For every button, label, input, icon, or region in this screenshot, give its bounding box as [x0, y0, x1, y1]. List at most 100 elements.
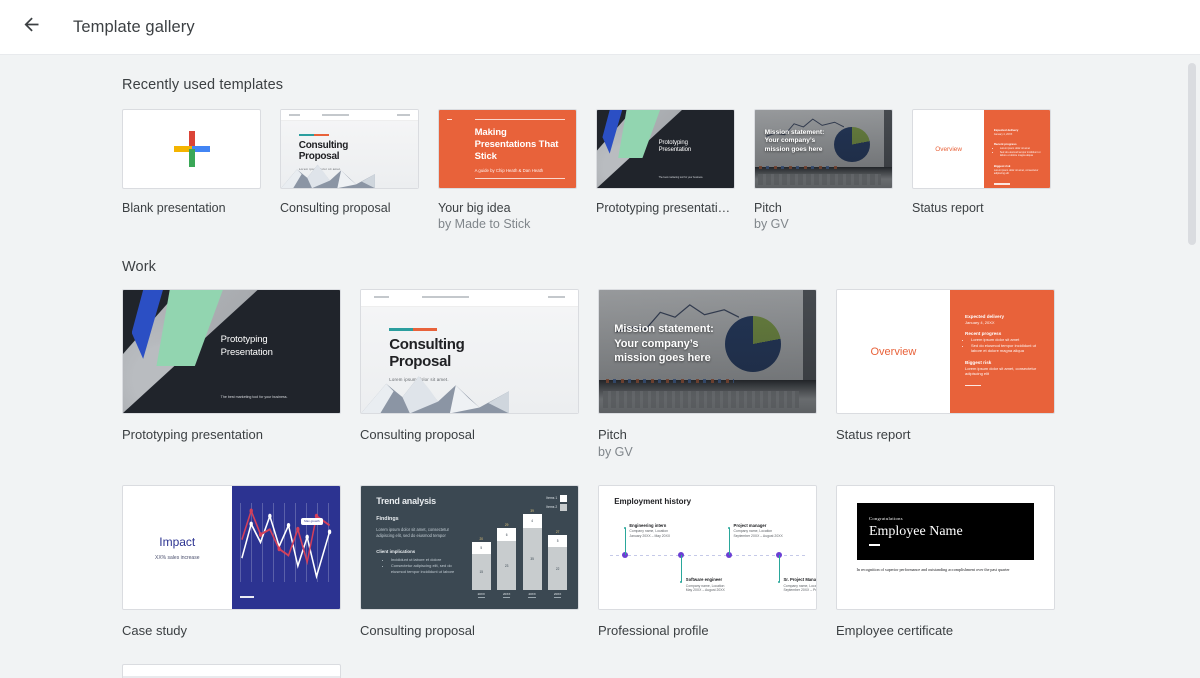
template-card-pitch[interactable]: Mission statement: Your company’s missio… [754, 109, 893, 231]
template-author: by Made to Stick [438, 217, 531, 231]
scrollbar-track[interactable] [1185, 55, 1200, 678]
risk-text: Lorem ipsum dolor sit amet, consectetur … [993, 168, 1039, 176]
progress-list: Lorem ipsum dolor sit amet Sed do eiusmo… [1000, 147, 1041, 158]
template-thumbnail[interactable]: Consulting Proposal Lorem ipsum dolor si… [280, 109, 419, 189]
delivery-date: January 4, 20XX [965, 319, 995, 325]
template-author: by GV [598, 445, 633, 459]
bar-column: 39 4 35 20XX [522, 509, 542, 598]
slide-title: Making Presentations That Stick [474, 127, 559, 163]
arrow-left-icon [21, 14, 42, 40]
delivery-heading: Expected delivery [993, 127, 1019, 132]
delivery-heading: Expected delivery [965, 313, 1005, 319]
template-card-prototyping-presentation-large[interactable]: Prototyping Presentation The best market… [122, 289, 341, 459]
template-card-your-big-idea[interactable]: Making Presentations That Stick A guide … [438, 109, 577, 231]
template-thumbnail[interactable]: Mission statement: Your company’s missio… [598, 289, 817, 414]
gallery-scroll-area[interactable]: Recently used templates Blank presentati… [0, 55, 1200, 678]
slide-subtitle: XX% sales increase [155, 554, 200, 561]
template-card-status-report[interactable]: Overview Expected delivery January 4, 20… [912, 109, 1051, 231]
template-label: Prototyping presentati… [596, 201, 731, 215]
template-card-employee-certificate[interactable]: Congratulations Employee Name In recogni… [836, 485, 1055, 638]
template-label: Pitch [598, 427, 627, 442]
template-label: Consulting proposal [280, 201, 391, 215]
template-label: Case study [122, 623, 188, 638]
template-card-prototyping-presentation[interactable]: Prototyping Presentation The best market… [596, 109, 735, 231]
slide-byline: A guide by Chip Heath & Dan Heath [474, 167, 544, 173]
slide-title: Employment history [614, 497, 692, 507]
back-button[interactable] [11, 7, 51, 47]
template-thumbnail[interactable]: Overview Expected delivery January 4, 20… [836, 289, 1055, 414]
risk-heading: Biggest risk [965, 360, 992, 366]
implications-list: Incididunt ut labore et dolore Consectet… [385, 557, 459, 575]
bar-column: 27 5 22 20XX [548, 530, 568, 598]
slide-tagline: The best marketing tool for your busines… [220, 395, 288, 400]
work-templates-row-3-partial [122, 664, 1200, 678]
template-thumbnail[interactable]: Making Presentations That Stick A guide … [438, 109, 577, 189]
page-title: Template gallery [73, 17, 195, 36]
scrollbar-thumb[interactable] [1188, 63, 1196, 245]
slide-title: Impact [159, 534, 196, 549]
section-title-recent: Recently used templates [122, 77, 284, 93]
template-card-consulting-proposal-trend[interactable]: Trend analysis Findings Lorem ipsum dolo… [360, 485, 579, 638]
template-card-consulting-proposal[interactable]: Consulting Proposal Lorem ipsum dolor si… [280, 109, 419, 231]
timeline-entry: Project manager Company name, Location S… [733, 522, 783, 539]
chart-annotation: Max growth [301, 517, 323, 525]
template-thumbnail[interactable] [122, 109, 261, 189]
app-header: Template gallery [0, 0, 1200, 55]
template-card-consulting-proposal-large[interactable]: Consulting Proposal Lorem ipsum dolor si… [360, 289, 579, 459]
template-label: Status report [836, 427, 911, 442]
template-label: Status report [912, 201, 984, 215]
stacked-bar-chart: 20 5 15 20XX 29 6 23 20XX 39 4 35 20XX 2… [471, 509, 568, 598]
mountain-photo [361, 375, 510, 413]
progress-heading: Recent progress [993, 142, 1017, 147]
work-templates-row-2: Impact XX% sales increase Max growth Cas… [122, 485, 1200, 638]
risk-text: Lorem ipsum dolor sit amet, consectetur … [965, 366, 1037, 377]
template-thumbnail[interactable]: Overview Expected delivery January 4, 20… [912, 109, 1051, 189]
bar-column: 29 6 23 20XX [497, 523, 517, 598]
slide-title: Overview [935, 145, 962, 153]
employee-name: Employee Name [868, 523, 963, 539]
legend-label: Items 1 [546, 496, 558, 501]
slide-title: Prototyping Presentation [220, 334, 273, 358]
section-title-work: Work [122, 259, 156, 275]
impact-line-chart [241, 508, 332, 580]
template-card-case-study[interactable]: Impact XX% sales increase Max growth Cas… [122, 485, 341, 638]
template-label: Pitch [754, 201, 782, 215]
congrats-text: Congratulations [868, 515, 903, 521]
accent-bar [389, 328, 437, 332]
accent-bar [298, 133, 329, 136]
template-label: Employee certificate [836, 623, 954, 638]
template-thumbnail[interactable]: Prototyping Presentation The best market… [122, 289, 341, 414]
template-thumbnail[interactable]: Trend analysis Findings Lorem ipsum dolo… [360, 485, 579, 610]
slide-title: Trend analysis [376, 495, 436, 506]
template-label: Consulting proposal [360, 427, 475, 442]
slide-title: Overview [870, 345, 917, 358]
template-card-partial[interactable] [122, 664, 341, 678]
progress-list: Lorem ipsum dolor sit amet Sed do eiusmo… [971, 337, 1039, 354]
template-card-blank-presentation[interactable]: Blank presentation [122, 109, 261, 231]
slide-title: Prototyping Presentation [658, 139, 692, 154]
certificate-body: In recognition of superior performance a… [856, 566, 1010, 572]
progress-heading: Recent progress [965, 331, 1002, 337]
template-thumbnail[interactable]: Congratulations Employee Name In recogni… [836, 485, 1055, 610]
template-thumbnail[interactable] [122, 664, 341, 678]
findings-heading: Findings [376, 515, 399, 522]
template-label: Your big idea [438, 201, 511, 215]
slide-title: Consulting Proposal [389, 335, 465, 370]
work-templates-row-1: Prototyping Presentation The best market… [122, 289, 1200, 459]
legend-label: Items 2 [546, 505, 558, 510]
chart-legend: Items 1 Items 2 [546, 494, 568, 513]
template-thumbnail[interactable]: Prototyping Presentation The best market… [596, 109, 735, 189]
template-card-pitch-large[interactable]: Mission statement: Your company’s missio… [598, 289, 817, 459]
slide-tagline: The best marketing tool for your busines… [658, 176, 704, 180]
template-label: Prototyping presentation [122, 427, 263, 442]
slide-title: Mission statement: Your company’s missio… [764, 128, 825, 154]
template-thumbnail[interactable]: Impact XX% sales increase Max growth [122, 485, 341, 610]
template-label: Consulting proposal [360, 623, 475, 638]
bar-column: 20 5 15 20XX [471, 537, 491, 598]
template-thumbnail[interactable]: Employment history Engineering intern Co… [598, 485, 817, 610]
implications-heading: Client implications [376, 548, 416, 554]
template-card-professional-profile[interactable]: Employment history Engineering intern Co… [598, 485, 817, 638]
template-thumbnail[interactable]: Mission statement: Your company’s missio… [754, 109, 893, 189]
template-thumbnail[interactable]: Consulting Proposal Lorem ipsum dolor si… [360, 289, 579, 414]
template-card-status-report-large[interactable]: Overview Expected delivery January 4, 20… [836, 289, 1055, 459]
